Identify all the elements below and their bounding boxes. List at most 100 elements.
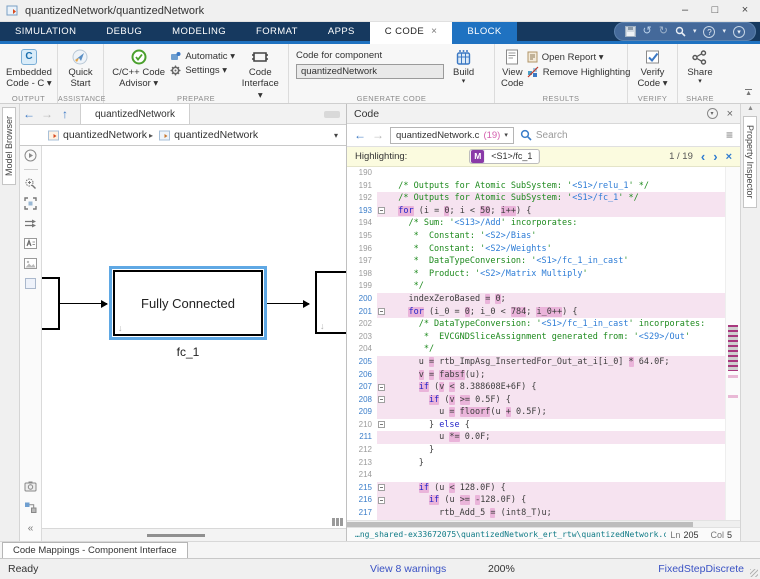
- open-report-menu[interactable]: Open Report ▾: [527, 51, 631, 63]
- nav-forward-icon[interactable]: →: [38, 107, 56, 121]
- canvas-horizontal-scrollbar[interactable]: [42, 528, 346, 541]
- code-line-203[interactable]: 203 * EVCGNDSliceAssignment generated fr…: [347, 331, 725, 344]
- fit-to-view-icon[interactable]: [24, 197, 37, 210]
- zoom-in-icon[interactable]: [24, 177, 37, 190]
- nav-up-icon[interactable]: ↑: [56, 107, 74, 121]
- search-icon[interactable]: [675, 26, 686, 37]
- code-line-195[interactable]: 195 * Constant: '<S2>/Bias': [347, 230, 725, 243]
- collapse-ribbon-icon[interactable]: ▲: [745, 89, 752, 97]
- fold-toggle-icon[interactable]: [378, 421, 385, 428]
- next-highlight-icon[interactable]: ›: [713, 150, 717, 163]
- fold-toggle-icon[interactable]: [378, 308, 385, 315]
- property-inspector-tab[interactable]: Property Inspector: [743, 116, 757, 208]
- toolstrip-tab-debug[interactable]: DEBUG: [91, 22, 157, 41]
- help-dropdown-icon[interactable]: ▾: [722, 28, 726, 35]
- file-dropdown[interactable]: quantizedNetwork.c (19) ▾: [390, 127, 514, 144]
- warnings-link[interactable]: View 8 warnings: [370, 563, 446, 575]
- viewmarks-icon[interactable]: [24, 480, 37, 493]
- upstream-block[interactable]: [42, 277, 60, 330]
- close-highlighting-icon[interactable]: ×: [726, 151, 732, 163]
- code-line-192[interactable]: 192 /* Outputs for Atomic SubSystem: '<S…: [347, 192, 725, 205]
- block-name-label[interactable]: fc_1: [113, 345, 263, 359]
- code-mappings-tab[interactable]: Code Mappings - Component Interface: [2, 542, 188, 559]
- code-line-216[interactable]: 216 if (u >= -128.0F) {: [347, 494, 725, 507]
- maximize-button[interactable]: □: [700, 0, 730, 21]
- code-line-202[interactable]: 202 /* DataTypeConversion: '<S1>/fc_1_in…: [347, 318, 725, 331]
- code-line-215[interactable]: 215 if (u < 128.0F) {: [347, 482, 725, 495]
- signal-routing-icon[interactable]: [24, 217, 37, 230]
- code-line-217[interactable]: 217 rtb_Add_5 = (int8_T)u;: [347, 507, 725, 520]
- code-line-206[interactable]: 206 v = fabsf(u);: [347, 369, 725, 382]
- toolstrip-tab-block[interactable]: BLOCK: [452, 22, 516, 41]
- collapse-palette-icon[interactable]: «: [24, 522, 37, 535]
- code-line-196[interactable]: 196 * Constant: '<S2>/Weights': [347, 243, 725, 256]
- breadcrumb-caret-icon[interactable]: ▾: [334, 131, 338, 140]
- fully-connected-block[interactable]: Fully Connected ↓: [113, 270, 263, 336]
- code-forward-icon[interactable]: →: [372, 128, 384, 142]
- redo-icon[interactable]: ↻: [659, 26, 668, 37]
- code-line-213[interactable]: 213 }: [347, 457, 725, 470]
- fold-toggle-icon[interactable]: [378, 497, 385, 504]
- code-line-211[interactable]: 211 u *= 0.0F;: [347, 431, 725, 444]
- breadcrumb-child[interactable]: quantizedNetwork: [174, 129, 258, 141]
- component-input[interactable]: [296, 64, 444, 79]
- toolstrip-tab-format[interactable]: FORMAT: [241, 22, 313, 41]
- build-button[interactable]: Build ▾: [450, 47, 477, 88]
- remove-highlighting-button[interactable]: Remove Highlighting: [527, 66, 631, 78]
- code-line-190[interactable]: 190: [347, 167, 725, 180]
- solver-link[interactable]: FixedStepDiscrete: [658, 563, 744, 575]
- code-horizontal-scrollbar[interactable]: [347, 520, 740, 527]
- code-listing[interactable]: 190191 /* Outputs for Atomic SubSystem: …: [347, 167, 725, 520]
- toolstrip-tab-c-code[interactable]: C CODE×: [370, 22, 453, 44]
- help-icon[interactable]: ?: [703, 26, 715, 38]
- minimize-toolstrip-icon[interactable]: ▾: [733, 26, 745, 38]
- model-browser-tab[interactable]: Model Browser: [2, 107, 16, 185]
- area-icon[interactable]: [24, 277, 37, 290]
- signal-wire-in[interactable]: [60, 303, 107, 304]
- collapse-strip-icon[interactable]: ▲: [747, 105, 754, 112]
- quick-start-button[interactable]: Quick Start: [65, 47, 95, 91]
- code-back-icon[interactable]: ←: [354, 128, 366, 142]
- code-line-204[interactable]: 204 */: [347, 343, 725, 356]
- tab-overflow-badge[interactable]: [324, 111, 340, 118]
- schematic-icon[interactable]: [24, 501, 37, 514]
- signal-wire-out[interactable]: [267, 303, 309, 304]
- nav-back-icon[interactable]: ←: [20, 107, 38, 121]
- search-input[interactable]: [536, 130, 656, 141]
- image-icon[interactable]: [24, 257, 37, 270]
- code-vertical-scrollbar[interactable]: [725, 167, 740, 520]
- code-line-207[interactable]: 207 if (v < 8.388608E+6F) {: [347, 381, 725, 394]
- canvas-corner-grip-icon[interactable]: [332, 518, 343, 526]
- code-line-201[interactable]: 201 for (i_0 = 0; i_0 < 784; i_0++) {: [347, 306, 725, 319]
- prev-highlight-icon[interactable]: ‹: [701, 150, 705, 163]
- code-line-200[interactable]: 200 indexZeroBased = 0;: [347, 293, 725, 306]
- code-line-193[interactable]: 193 for (i = 0; i < 50; i++) {: [347, 205, 725, 218]
- panel-minimize-icon[interactable]: ▾: [707, 108, 718, 119]
- embedded-code-button[interactable]: C Embedded Code - C ▾: [3, 47, 55, 91]
- scrollbar-thumb[interactable]: [728, 325, 738, 371]
- code-line-205[interactable]: 205 u = rtb_ImpAsg_InsertedFor_Out_at_i[…: [347, 356, 725, 369]
- search-dropdown-icon[interactable]: ▾: [693, 28, 697, 35]
- code-line-199[interactable]: 199 */: [347, 280, 725, 293]
- downstream-block[interactable]: ↓: [315, 271, 346, 334]
- annotation-icon[interactable]: [24, 237, 37, 250]
- tab-close-icon[interactable]: ×: [431, 26, 437, 37]
- save-icon[interactable]: [625, 26, 636, 37]
- panel-close-icon[interactable]: ×: [727, 108, 733, 120]
- code-line-191[interactable]: 191 /* Outputs for Atomic SubSystem: '<S…: [347, 180, 725, 193]
- toolstrip-tab-modeling[interactable]: MODELING: [157, 22, 241, 41]
- fold-toggle-icon[interactable]: [378, 207, 385, 214]
- code-line-209[interactable]: 209 u = floorf(u + 0.5F);: [347, 406, 725, 419]
- toggle-explorer-icon[interactable]: [24, 149, 37, 162]
- code-line-198[interactable]: 198 * Product: '<S2>/Matrix Multiply': [347, 268, 725, 281]
- highlighting-badge[interactable]: M <S1>/fc_1: [469, 149, 540, 164]
- model-document-tab[interactable]: quantizedNetwork: [80, 104, 190, 124]
- code-line-212[interactable]: 212 }: [347, 444, 725, 457]
- toolstrip-tab-simulation[interactable]: SIMULATION: [0, 22, 91, 41]
- toolstrip-tab-apps[interactable]: APPS: [313, 22, 370, 41]
- fold-toggle-icon[interactable]: [378, 484, 385, 491]
- resize-grip-icon[interactable]: [750, 569, 758, 577]
- model-canvas[interactable]: Fully Connected ↓ fc_1 ↓: [42, 146, 346, 528]
- share-button[interactable]: Share ▾: [684, 47, 715, 88]
- fold-toggle-icon[interactable]: [378, 384, 385, 391]
